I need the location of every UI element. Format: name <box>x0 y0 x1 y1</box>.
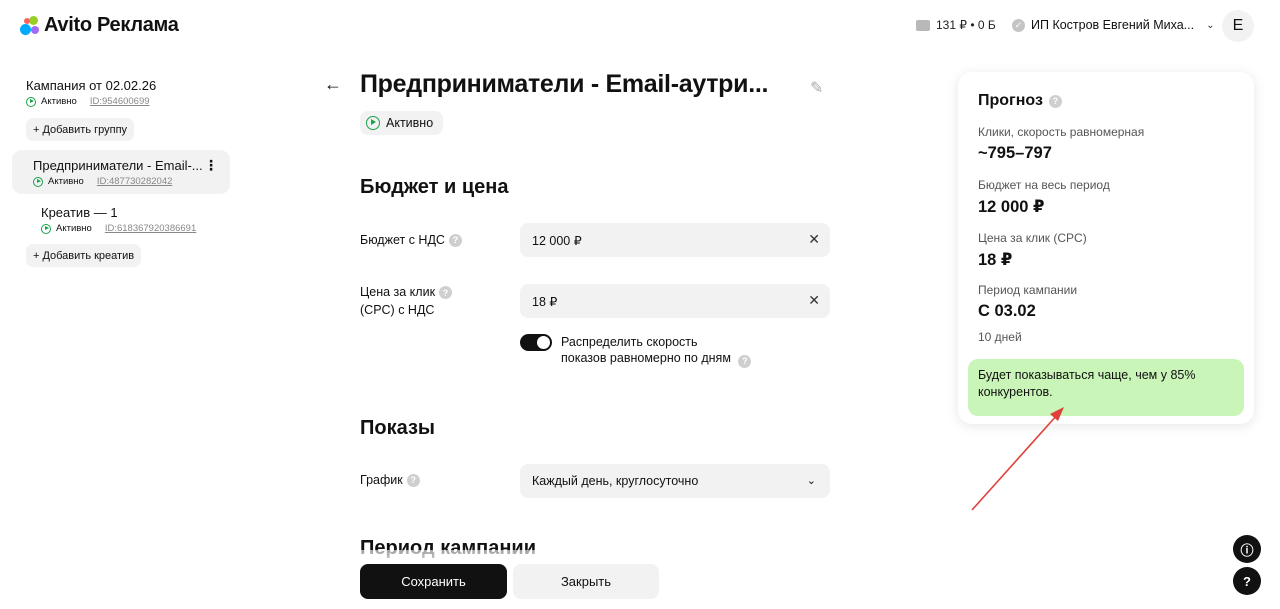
annotation-arrow <box>971 407 1064 511</box>
hint-lightbulb-button[interactable]: ⓘ <box>1233 535 1261 563</box>
question-icon: ? <box>1243 573 1251 589</box>
lightbulb-icon: ⓘ <box>1240 542 1254 558</box>
help-question-button[interactable]: ? <box>1233 567 1261 595</box>
annotation-arrow-line <box>971 413 1059 511</box>
annotation-arrow-head <box>1050 407 1064 421</box>
